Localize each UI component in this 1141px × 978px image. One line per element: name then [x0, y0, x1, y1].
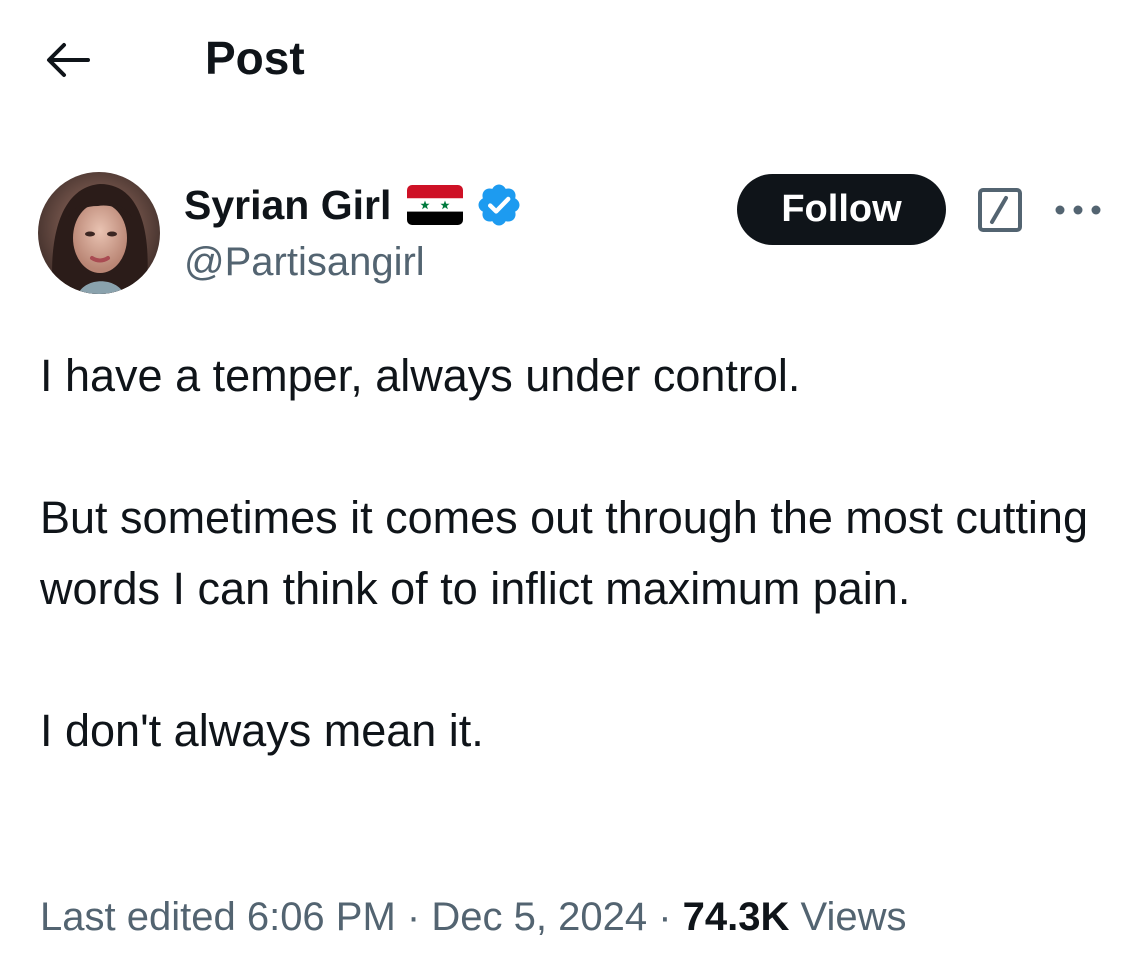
tweet-paragraph: I have a temper, always under control.: [40, 350, 801, 401]
post-time[interactable]: 6:06 PM: [247, 895, 396, 939]
avatar-image: [38, 172, 160, 294]
display-name[interactable]: Syrian Girl: [184, 178, 391, 232]
grok-icon[interactable]: [976, 186, 1024, 234]
top-bar: Post: [0, 0, 1141, 120]
arrow-left-icon: [47, 43, 90, 77]
verified-badge-icon[interactable]: [475, 181, 523, 229]
more-options-icon[interactable]: [1052, 196, 1104, 224]
user-handle[interactable]: @Partisangirl: [184, 236, 425, 288]
name-row: Syrian Girl: [184, 178, 523, 232]
tweet-text: I have a temper, always under control. B…: [40, 340, 1110, 766]
back-button[interactable]: [40, 36, 96, 84]
tweet-meta: Last edited 6:06 PM · Dec 5, 2024 · 74.3…: [40, 890, 907, 944]
views-label: Views: [800, 895, 907, 939]
post-date[interactable]: Dec 5, 2024: [431, 895, 647, 939]
tweet-paragraph: But sometimes it comes out through the m…: [40, 492, 1088, 614]
meta-separator: ·: [406, 895, 421, 939]
author-row: Syrian Girl @Partisangirl: [38, 172, 1118, 297]
avatar[interactable]: [38, 172, 160, 294]
page-title: Post: [205, 32, 305, 84]
meta-separator: ·: [658, 895, 672, 939]
tweet-paragraph: I don't always mean it.: [40, 705, 484, 756]
follow-button[interactable]: Follow: [737, 174, 946, 245]
syria-flag-icon: [407, 185, 464, 225]
views-count: 74.3K: [682, 895, 790, 939]
edited-label[interactable]: Last edited: [40, 895, 236, 939]
